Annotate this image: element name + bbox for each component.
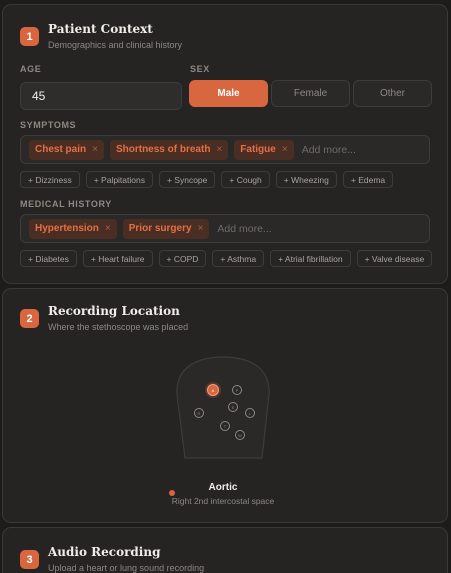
history-suggestion-chip[interactable]: + Asthma	[212, 250, 265, 267]
step-badge-2: 2	[20, 309, 39, 328]
torso-diagram: A P E R L T M	[173, 355, 274, 462]
symptom-suggestion-chip[interactable]: + Wheezing	[275, 171, 337, 188]
card-title: Patient Context	[48, 22, 153, 36]
history-add-more-input[interactable]: Add more...	[217, 223, 271, 235]
symptom-tag: Fatigue ×	[234, 139, 294, 160]
history-suggestion-chip[interactable]: + Heart failure	[82, 250, 153, 267]
sex-option-male[interactable]: Male	[189, 80, 268, 107]
patient-context-card: 1 Patient Context Demographics and clini…	[2, 4, 448, 284]
auscultation-point-left-sternal[interactable]: L	[245, 408, 255, 418]
age-input[interactable]: 45	[20, 82, 182, 110]
symptom-suggestion-chip[interactable]: + Palpitations	[85, 171, 153, 188]
torso-outline	[176, 356, 270, 459]
symptoms-add-more-input[interactable]: Add more...	[302, 144, 356, 156]
history-suggestion-chip[interactable]: + Diabetes	[20, 250, 77, 267]
symptom-tag: Chest pain ×	[29, 139, 104, 160]
recording-location-header: 2 Recording Location Where the stethosco…	[20, 303, 447, 333]
remove-tag-icon[interactable]: ×	[282, 144, 288, 155]
history-suggestion-chip[interactable]: + Atrial fibrillation	[270, 250, 351, 267]
age-label: AGE	[20, 64, 42, 74]
symptom-suggestions: + Dizziness + Palpitations + Syncope + C…	[20, 171, 394, 188]
symptom-suggestion-chip[interactable]: + Dizziness	[20, 171, 80, 188]
selected-location-name: Aortic	[208, 482, 238, 493]
selected-location-description: Right 2nd intercostal space	[171, 496, 275, 506]
card-subtitle: Where the stethoscope was placed	[48, 322, 189, 332]
symptoms-label: SYMPTOMS	[20, 120, 77, 130]
history-suggestions: + Diabetes + Heart failure + COPD + Asth…	[20, 250, 433, 267]
history-tag: Hypertension ×	[29, 218, 117, 239]
medical-history-label: MEDICAL HISTORY	[20, 199, 112, 209]
audio-recording-header: 3 Audio Recording Upload a heart or lung…	[20, 544, 447, 573]
auscultation-point-erb[interactable]: E	[228, 402, 238, 412]
card-subtitle: Upload a heart or lung sound recording	[48, 563, 205, 573]
history-suggestion-chip[interactable]: + COPD	[158, 250, 207, 267]
audio-recording-card: 3 Audio Recording Upload a heart or lung…	[2, 527, 448, 573]
sex-label: SEX	[190, 64, 210, 74]
auscultation-point-pulmonic[interactable]: P	[232, 385, 242, 395]
card-title: Audio Recording	[48, 545, 161, 559]
remove-tag-icon[interactable]: ×	[92, 144, 98, 155]
symptoms-tag-input[interactable]: Chest pain × Shortness of breath × Fatigue…	[20, 135, 430, 164]
symptom-suggestion-chip[interactable]: + Cough	[221, 171, 270, 188]
history-tag: Prior surgery ×	[122, 218, 210, 239]
remove-tag-icon[interactable]: ×	[216, 144, 222, 155]
symptom-tag: Shortness of breath ×	[109, 139, 229, 160]
symptom-suggestion-chip[interactable]: + Syncope	[158, 171, 216, 188]
step-badge-1: 1	[20, 27, 39, 46]
card-title: Recording Location	[48, 304, 180, 318]
remove-tag-icon[interactable]: ×	[105, 223, 111, 234]
auscultation-point-aortic[interactable]: A	[207, 384, 219, 396]
sex-option-other[interactable]: Other	[353, 80, 432, 107]
auscultation-point-mitral[interactable]: M	[235, 430, 245, 440]
remove-tag-icon[interactable]: ×	[198, 223, 204, 234]
card-subtitle: Demographics and clinical history	[48, 40, 183, 50]
auscultation-point-tricuspid[interactable]: T	[220, 421, 230, 431]
page: 1 Patient Context Demographics and clini…	[0, 0, 451, 573]
auscultation-point-right-sternal[interactable]: R	[194, 408, 204, 418]
sex-option-female[interactable]: Female	[271, 80, 350, 107]
patient-context-header: 1 Patient Context Demographics and clini…	[20, 21, 447, 51]
symptom-suggestion-chip[interactable]: + Edema	[342, 171, 394, 188]
history-suggestion-chip[interactable]: + Valve disease	[356, 250, 433, 267]
history-tag-input[interactable]: Hypertension × Prior surgery × Add more...	[20, 214, 430, 243]
step-badge-3: 3	[20, 550, 39, 569]
